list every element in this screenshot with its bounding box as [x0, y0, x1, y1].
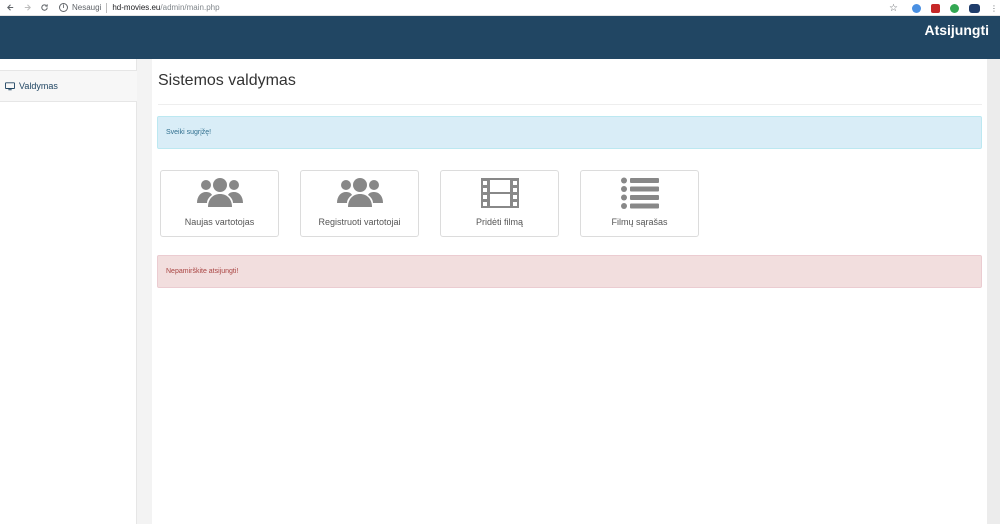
logout-reminder-text: Nepamirškite atsijungti!	[166, 268, 239, 275]
film-icon	[441, 177, 558, 209]
monitor-icon	[5, 81, 15, 90]
logout-reminder-alert: Nepamirškite atsijungti!	[157, 255, 982, 288]
extension-green-icon[interactable]	[950, 3, 959, 13]
address-divider	[106, 2, 108, 13]
tile-label: Naujas vartotojas	[184, 217, 255, 227]
tile-label: Registruoti vartotojai	[318, 217, 401, 227]
reload-button[interactable]	[37, 1, 51, 15]
users-icon	[161, 177, 278, 209]
list-icon	[581, 177, 698, 209]
sidebar: Valdymas	[0, 59, 137, 524]
sidebar-item-label: Valdymas	[19, 81, 58, 91]
arrow-left-icon	[6, 4, 13, 11]
browser-toolbar: i Nesaugi hd-movies.eu/admin/main.php ☆ …	[0, 0, 1000, 16]
main-content: Sistemos valdymas Sveiki sugrįžę! Naujas…	[152, 59, 987, 524]
address-bar[interactable]: i Nesaugi hd-movies.eu/admin/main.php	[59, 1, 220, 15]
forward-button[interactable]	[20, 1, 34, 15]
top-navbar: Atsijungti	[0, 16, 1000, 59]
info-icon[interactable]: i	[59, 3, 68, 12]
url-host: hd-movies.eu	[112, 3, 161, 12]
extension-red-icon[interactable]	[931, 3, 940, 13]
logout-link[interactable]: Atsijungti	[924, 22, 989, 38]
new-user-tile[interactable]: Naujas vartotojas	[160, 170, 279, 237]
scrollbar-track[interactable]	[987, 59, 1000, 524]
registered-users-tile[interactable]: Registruoti vartotojai	[300, 170, 419, 237]
welcome-alert-text: Sveiki sugrįžę!	[166, 129, 212, 136]
browser-menu-icon[interactable]: ⋮	[990, 4, 998, 13]
back-button[interactable]	[3, 1, 17, 15]
sidebar-item-valdymas[interactable]: Valdymas	[0, 70, 137, 102]
tile-label: Pridėti filmą	[475, 217, 523, 227]
add-film-tile[interactable]: Pridėti filmą	[440, 170, 559, 237]
extensions-area: ☆ ⋮	[889, 0, 1000, 16]
security-label: Nesaugi	[72, 3, 102, 12]
users-icon	[301, 177, 418, 209]
tile-label: Filmų sąrašas	[611, 217, 668, 227]
extension-info-icon[interactable]	[912, 3, 921, 13]
page-title: Sistemos valdymas	[158, 72, 296, 89]
film-list-tile[interactable]: Filmų sąrašas	[580, 170, 699, 237]
extension-profile-icon[interactable]	[969, 3, 980, 13]
arrow-right-icon	[24, 4, 31, 11]
welcome-alert: Sveiki sugrįžę!	[157, 116, 982, 149]
reload-icon	[40, 4, 48, 11]
url-path: /admin/main.php	[160, 3, 220, 12]
bookmark-star-icon[interactable]: ☆	[889, 3, 898, 14]
title-divider	[158, 104, 982, 105]
